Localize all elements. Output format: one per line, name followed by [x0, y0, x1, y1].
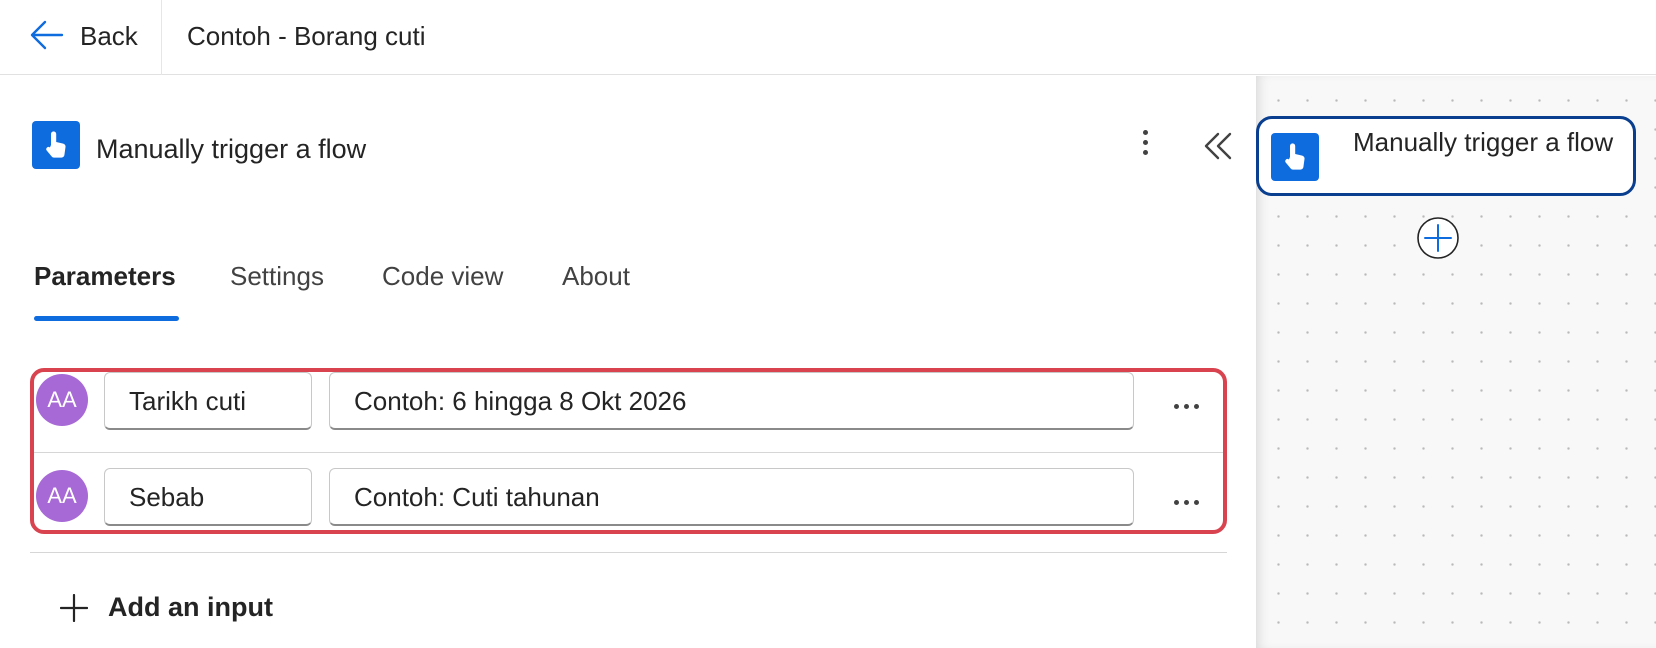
- input-description-field[interactable]: Contoh: 6 hingga 8 Okt 2026: [329, 372, 1134, 430]
- tab-code-view[interactable]: Code view: [382, 261, 503, 292]
- add-step-button[interactable]: [1416, 216, 1460, 260]
- text-input-type-icon: AA: [36, 470, 88, 522]
- trigger-node[interactable]: Manually trigger a flow: [1256, 116, 1636, 196]
- row-more-button[interactable]: [1174, 492, 1214, 512]
- plus-icon: [60, 594, 88, 622]
- action-details-panel: Manually trigger a flow Parameters Setti…: [0, 76, 1256, 648]
- arrow-left-icon: [30, 20, 64, 50]
- tab-about[interactable]: About: [562, 261, 630, 292]
- input-name-field[interactable]: Sebab: [104, 468, 312, 526]
- input-name-field[interactable]: Tarikh cuti: [104, 372, 312, 430]
- flow-designer-canvas[interactable]: Manually trigger a flow: [1256, 76, 1656, 648]
- trigger-node-label: Manually trigger a flow: [1353, 127, 1614, 157]
- trigger-badge: [1271, 133, 1319, 181]
- active-tab-indicator: [34, 316, 179, 321]
- touch-hand-icon: [1285, 143, 1305, 170]
- add-input-label: Add an input: [108, 592, 273, 622]
- back-label: Back: [80, 21, 138, 51]
- tab-parameters[interactable]: Parameters: [34, 261, 176, 292]
- tab-settings[interactable]: Settings: [230, 261, 324, 292]
- top-bar: Back Contoh - Borang cuti: [0, 0, 1656, 75]
- row-more-button[interactable]: [1174, 396, 1214, 416]
- row-divider: [34, 452, 1223, 453]
- double-chevron-left-icon: [1204, 132, 1232, 160]
- back-button[interactable]: Back: [0, 0, 162, 75]
- touch-hand-icon: [46, 131, 66, 158]
- trigger-badge: [32, 121, 80, 169]
- flow-title: Contoh - Borang cuti: [187, 21, 426, 51]
- collapse-panel-button[interactable]: [1200, 126, 1236, 166]
- text-input-type-icon: AA: [36, 374, 88, 426]
- panel-title: Manually trigger a flow: [96, 134, 367, 164]
- more-options-button[interactable]: [1130, 126, 1160, 166]
- more-horizontal-icon: [1174, 500, 1179, 505]
- more-horizontal-icon: [1174, 404, 1179, 409]
- input-row: AA Sebab Contoh: Cuti tahunan: [34, 454, 1223, 532]
- input-row: AA Tarikh cuti Contoh: 6 hingga 8 Okt 20…: [34, 372, 1223, 450]
- plus-circle-icon: [1417, 217, 1459, 259]
- more-vertical-icon: [1142, 130, 1148, 135]
- input-parameters-list: AA Tarikh cuti Contoh: 6 hingga 8 Okt 20…: [30, 368, 1227, 534]
- section-divider: [30, 552, 1227, 553]
- input-description-field[interactable]: Contoh: Cuti tahunan: [329, 468, 1134, 526]
